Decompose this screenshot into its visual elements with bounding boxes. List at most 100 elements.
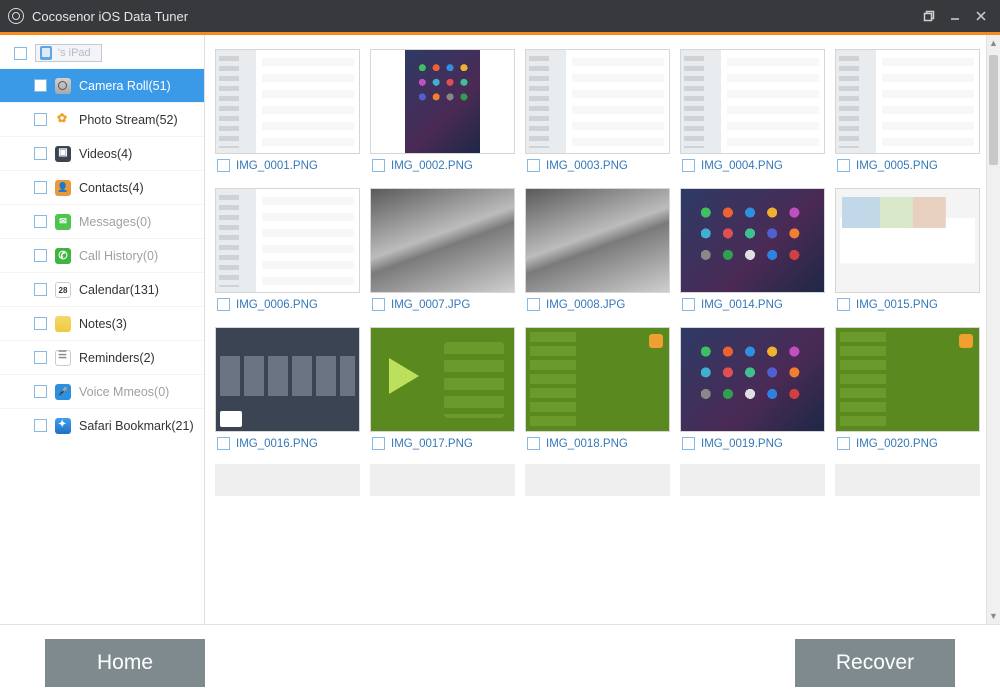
thumbnail-tile[interactable]: IMG_0016.PNG <box>215 327 360 496</box>
sidebar-item-7[interactable]: Notes(3) <box>0 306 204 340</box>
thumbnail-image[interactable] <box>680 49 825 154</box>
thumbnail-caption: IMG_0016.PNG <box>215 432 360 460</box>
category-checkbox[interactable] <box>34 215 47 228</box>
thumbnail-tile[interactable]: IMG_0018.PNG <box>525 327 670 496</box>
category-checkbox[interactable] <box>34 113 47 126</box>
sidebar-item-9[interactable]: Voice Mmeos(0) <box>0 374 204 408</box>
thumbnail-tile[interactable]: IMG_0005.PNG <box>835 49 980 182</box>
thumbnail-tile[interactable]: IMG_0006.PNG <box>215 188 360 321</box>
thumbnail-tile[interactable]: IMG_0015.PNG <box>835 188 980 321</box>
device-name: 's iPad <box>58 47 91 59</box>
thumbnail-image[interactable] <box>215 188 360 293</box>
thumbnail-caption: IMG_0014.PNG <box>680 293 825 321</box>
restore-window-icon[interactable] <box>916 5 942 27</box>
thumbnail-image[interactable] <box>370 49 515 154</box>
thumbnail-tile[interactable]: IMG_0003.PNG <box>525 49 670 182</box>
category-checkbox[interactable] <box>34 283 47 296</box>
category-label: Contacts(4) <box>79 181 144 195</box>
thumbnail-image[interactable] <box>215 327 360 432</box>
category-label: Camera Roll(51) <box>79 79 171 93</box>
thumbnail-checkbox[interactable] <box>217 159 230 172</box>
sidebar-item-8[interactable]: Reminders(2) <box>0 340 204 374</box>
thumbnail-image[interactable] <box>370 188 515 293</box>
sidebar-item-2[interactable]: Videos(4) <box>0 136 204 170</box>
thumbnail-tile[interactable]: IMG_0007.JPG <box>370 188 515 321</box>
thumbnail-image[interactable] <box>835 327 980 432</box>
thumbnail-checkbox[interactable] <box>682 298 695 311</box>
thumbnail-tile[interactable]: IMG_0020.PNG <box>835 327 980 496</box>
thumbnail-checkbox[interactable] <box>682 159 695 172</box>
category-checkbox[interactable] <box>34 181 47 194</box>
icon-calendar <box>55 282 71 298</box>
thumbnail-placeholder <box>680 464 825 496</box>
thumbnail-caption: IMG_0006.PNG <box>215 293 360 321</box>
thumbnail-image[interactable] <box>370 327 515 432</box>
thumbnail-tile[interactable]: IMG_0008.JPG <box>525 188 670 321</box>
icon-voice <box>55 384 71 400</box>
thumbnail-tile[interactable]: IMG_0019.PNG <box>680 327 825 496</box>
device-row[interactable]: 's iPad <box>0 38 204 68</box>
thumbnail-image[interactable] <box>215 49 360 154</box>
icon-contacts <box>55 180 71 196</box>
thumbnail-image[interactable] <box>680 188 825 293</box>
device-chip[interactable]: 's iPad <box>35 44 102 62</box>
sidebar-item-3[interactable]: Contacts(4) <box>0 170 204 204</box>
thumbnail-checkbox[interactable] <box>682 437 695 450</box>
thumbnail-image[interactable] <box>525 327 670 432</box>
thumbnail-image[interactable] <box>835 49 980 154</box>
thumbnail-filename: IMG_0002.PNG <box>391 160 473 172</box>
sidebar-item-1[interactable]: Photo Stream(52) <box>0 102 204 136</box>
scroll-up-icon[interactable]: ▲ <box>987 35 1000 51</box>
thumbnail-filename: IMG_0005.PNG <box>856 160 938 172</box>
thumbnail-tile[interactable]: IMG_0017.PNG <box>370 327 515 496</box>
category-checkbox[interactable] <box>34 385 47 398</box>
category-label: Photo Stream(52) <box>79 113 178 127</box>
category-checkbox[interactable] <box>34 317 47 330</box>
thumbnail-checkbox[interactable] <box>217 298 230 311</box>
minimize-window-icon[interactable] <box>942 5 968 27</box>
category-label: Reminders(2) <box>79 351 155 365</box>
thumbnail-tile[interactable]: IMG_0002.PNG <box>370 49 515 182</box>
sidebar-item-0[interactable]: Camera Roll(51) <box>0 68 204 102</box>
category-checkbox[interactable] <box>34 147 47 160</box>
sidebar: 's iPad Camera Roll(51) Photo Stream(52) V… <box>0 35 205 624</box>
thumbnail-checkbox[interactable] <box>527 159 540 172</box>
thumbnail-checkbox[interactable] <box>372 159 385 172</box>
thumbnail-checkbox[interactable] <box>837 298 850 311</box>
sidebar-item-6[interactable]: Calendar(131) <box>0 272 204 306</box>
thumbnail-tile[interactable]: IMG_0001.PNG <box>215 49 360 182</box>
category-checkbox[interactable] <box>34 419 47 432</box>
category-checkbox[interactable] <box>34 249 47 262</box>
thumbnail-image[interactable] <box>680 327 825 432</box>
device-checkbox[interactable] <box>14 47 27 60</box>
category-checkbox[interactable] <box>34 351 47 364</box>
thumbnail-image[interactable] <box>525 49 670 154</box>
thumbnail-caption: IMG_0015.PNG <box>835 293 980 321</box>
thumbnail-checkbox[interactable] <box>372 298 385 311</box>
thumbnail-checkbox[interactable] <box>217 437 230 450</box>
category-label: Voice Mmeos(0) <box>79 385 169 399</box>
thumbnail-placeholder <box>835 464 980 496</box>
recover-button[interactable]: Recover <box>795 639 955 687</box>
home-button[interactable]: Home <box>45 639 205 687</box>
thumbnail-checkbox[interactable] <box>837 437 850 450</box>
thumbnail-filename: IMG_0004.PNG <box>701 160 783 172</box>
thumbnail-checkbox[interactable] <box>837 159 850 172</box>
thumbnail-tile[interactable]: IMG_0004.PNG <box>680 49 825 182</box>
category-checkbox[interactable] <box>34 79 47 92</box>
thumbnail-checkbox[interactable] <box>527 437 540 450</box>
sidebar-item-10[interactable]: Safari Bookmark(21) <box>0 408 204 442</box>
sidebar-item-5[interactable]: Call History(0) <box>0 238 204 272</box>
category-label: Notes(3) <box>79 317 127 331</box>
scrollbar[interactable]: ▲ ▼ <box>986 35 1000 624</box>
close-window-icon[interactable] <box>968 5 994 27</box>
sidebar-item-4[interactable]: Messages(0) <box>0 204 204 238</box>
thumbnail-checkbox[interactable] <box>372 437 385 450</box>
thumbnail-image[interactable] <box>835 188 980 293</box>
scroll-thumb[interactable] <box>989 55 998 165</box>
thumbnail-filename: IMG_0018.PNG <box>546 438 628 450</box>
thumbnail-tile[interactable]: IMG_0014.PNG <box>680 188 825 321</box>
thumbnail-checkbox[interactable] <box>527 298 540 311</box>
scroll-down-icon[interactable]: ▼ <box>987 608 1000 624</box>
thumbnail-image[interactable] <box>525 188 670 293</box>
